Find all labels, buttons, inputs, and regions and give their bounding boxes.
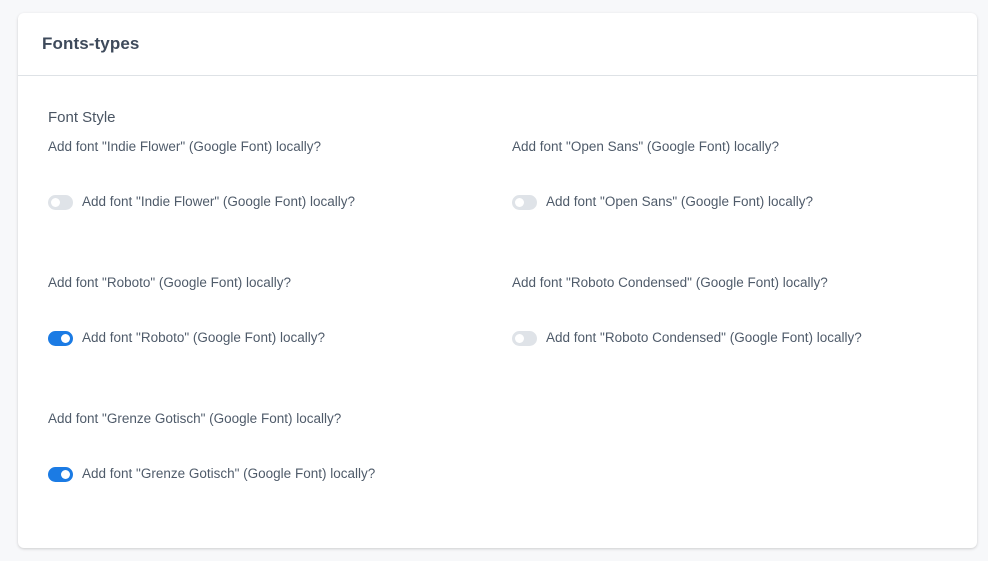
card-title: Fonts-types xyxy=(42,34,140,53)
toggle-knob xyxy=(61,469,70,479)
field-roboto: Add font "Roboto" (Google Font) locally?… xyxy=(48,275,488,346)
field-indie-flower: Add font "Indie Flower" (Google Font) lo… xyxy=(48,139,488,210)
field-label: Add font "Indie Flower" (Google Font) lo… xyxy=(48,139,321,154)
toggle-switch-roboto-condensed[interactable] xyxy=(512,330,537,346)
toggle-row: Add font "Open Sans" (Google Font) local… xyxy=(512,194,952,210)
field-label: Add font "Open Sans" (Google Font) local… xyxy=(512,139,779,154)
toggle-row: Add font "Roboto" (Google Font) locally? xyxy=(48,330,488,346)
toggle-label[interactable]: Add font "Indie Flower" (Google Font) lo… xyxy=(82,194,355,210)
section-title: Font Style xyxy=(48,109,116,126)
toggle-switch-grenze-gotisch[interactable] xyxy=(48,466,73,482)
field-label: Add font "Roboto" (Google Font) locally? xyxy=(48,275,291,290)
toggle-label[interactable]: Add font "Roboto Condensed" (Google Font… xyxy=(546,330,862,346)
toggle-switch-roboto[interactable] xyxy=(48,330,73,346)
toggle-knob xyxy=(61,333,70,343)
field-roboto-condensed: Add font "Roboto Condensed" (Google Font… xyxy=(512,275,952,346)
card-header: Fonts-types xyxy=(18,13,977,76)
toggle-switch-open-sans[interactable] xyxy=(512,194,537,210)
toggle-switch-indie-flower[interactable] xyxy=(48,194,73,210)
field-open-sans: Add font "Open Sans" (Google Font) local… xyxy=(512,139,952,210)
toggle-label[interactable]: Add font "Open Sans" (Google Font) local… xyxy=(546,194,813,210)
toggle-row: Add font "Roboto Condensed" (Google Font… xyxy=(512,330,952,346)
toggle-row: Add font "Indie Flower" (Google Font) lo… xyxy=(48,194,488,210)
field-label: Add font "Roboto Condensed" (Google Font… xyxy=(512,275,828,290)
toggle-label[interactable]: Add font "Grenze Gotisch" (Google Font) … xyxy=(82,466,375,482)
toggle-knob xyxy=(51,197,60,207)
toggle-label[interactable]: Add font "Roboto" (Google Font) locally? xyxy=(82,330,325,346)
field-grenze-gotisch: Add font "Grenze Gotisch" (Google Font) … xyxy=(48,411,488,482)
settings-card: Fonts-types Font Style Add font "Indie F… xyxy=(18,13,977,548)
field-label: Add font "Grenze Gotisch" (Google Font) … xyxy=(48,411,342,426)
toggle-knob xyxy=(515,333,524,343)
toggle-row: Add font "Grenze Gotisch" (Google Font) … xyxy=(48,466,488,482)
toggle-knob xyxy=(515,197,524,207)
